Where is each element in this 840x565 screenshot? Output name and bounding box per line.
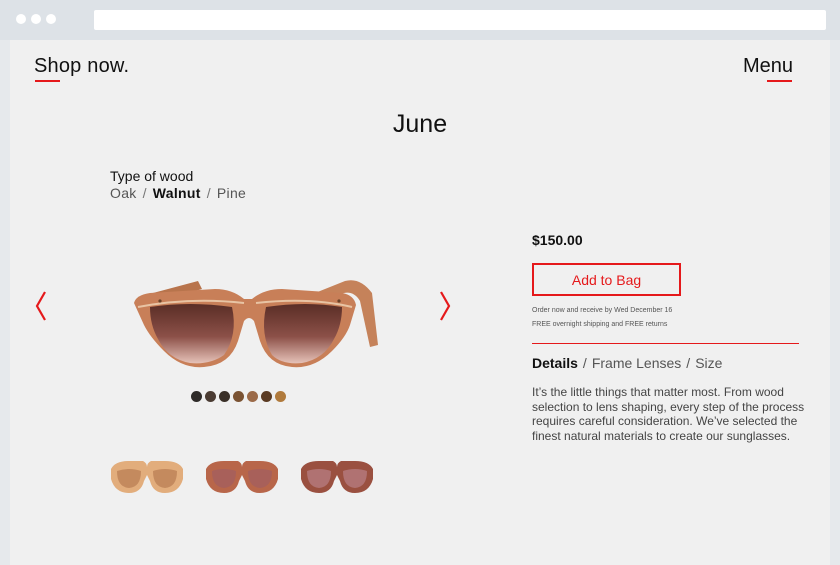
menu-underline <box>767 80 792 82</box>
wood-option-pine[interactable]: Pine <box>217 185 246 201</box>
product-image <box>134 280 378 368</box>
color-swatch-6[interactable] <box>261 390 272 402</box>
wood-option-oak[interactable]: Oak <box>110 185 137 201</box>
color-swatch-4[interactable] <box>233 390 244 402</box>
color-swatches <box>187 385 301 407</box>
window-dot-icon <box>31 14 41 24</box>
product-price: $150.00 <box>532 232 583 248</box>
divider <box>532 343 799 344</box>
product-page: Shop now. Menu June Type of wood Oak / Wal… <box>10 40 830 565</box>
browser-bar <box>0 0 840 40</box>
color-swatch-7[interactable] <box>275 390 286 402</box>
window-dot-icon <box>16 14 26 24</box>
thumbnail-pine[interactable] <box>297 457 377 497</box>
tab-details[interactable]: Details <box>532 355 578 371</box>
detail-tabs: Details / Frame Lenses / Size <box>532 355 723 371</box>
wood-option-walnut[interactable]: Walnut <box>153 185 201 201</box>
shipping-note: FREE overnight shipping and FREE returns <box>532 321 668 328</box>
thumbnail-walnut[interactable] <box>202 457 282 497</box>
product-title: June <box>392 110 448 138</box>
tab-size[interactable]: Size <box>695 355 722 371</box>
menu-button[interactable]: Menu <box>743 55 793 78</box>
thumbnail-oak[interactable] <box>107 457 187 497</box>
color-swatch-2[interactable] <box>205 390 216 402</box>
brand-underline <box>35 80 60 82</box>
wood-type-selector: Oak / Walnut / Pine <box>110 185 247 201</box>
address-bar[interactable] <box>94 10 826 30</box>
brand-title[interactable]: Shop now. <box>34 55 129 78</box>
wood-type-label: Type of wood <box>110 168 194 184</box>
color-swatch-5[interactable] <box>247 390 258 402</box>
product-description: It’s the little things that matter most.… <box>532 385 805 443</box>
chevron-right-icon[interactable] <box>438 290 452 322</box>
tab-frame-lenses[interactable]: Frame Lenses <box>592 355 681 371</box>
color-swatch-3[interactable] <box>219 390 230 402</box>
delivery-note: Order now and receive by Wed December 16 <box>532 307 673 314</box>
chevron-left-icon[interactable] <box>34 290 48 322</box>
window-dot-icon <box>46 14 56 24</box>
add-to-bag-button[interactable]: Add to Bag <box>532 263 681 296</box>
color-swatch-1[interactable] <box>191 390 202 402</box>
